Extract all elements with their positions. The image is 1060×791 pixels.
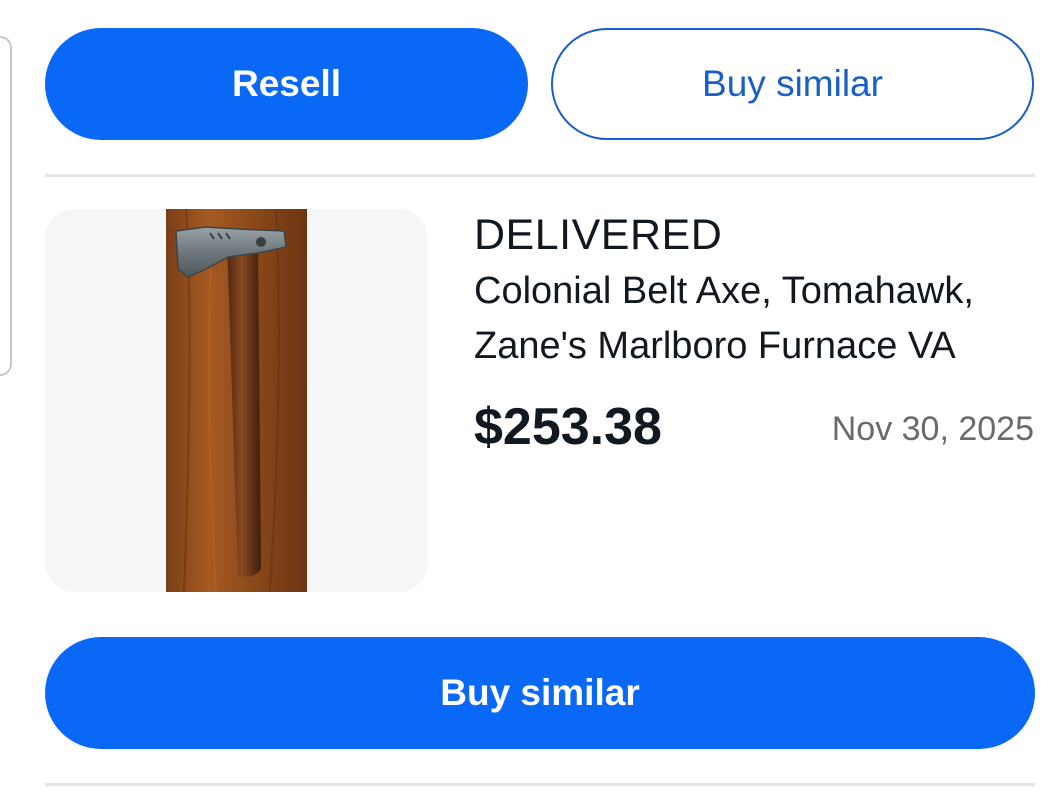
order-date: Nov 30, 2025 [831,410,1034,448]
buy-similar-button-top[interactable]: Buy similar [551,28,1034,140]
divider [45,174,1035,177]
previous-card-edge [0,36,12,376]
item-price: $253.38 [474,398,662,456]
resell-button[interactable]: Resell [45,28,528,140]
tomahawk-axe-photo [166,209,307,592]
buy-similar-button-bottom[interactable]: Buy similar [45,637,1035,749]
divider [45,783,1035,786]
item-thumbnail[interactable] [45,209,428,592]
order-detail-page: Resell Buy similar DELIVERED Colonial Be… [0,0,1060,791]
order-status: DELIVERED [474,211,723,259]
item-title[interactable]: Colonial Belt Axe, Tomahawk, Zane's Marl… [474,264,1044,374]
